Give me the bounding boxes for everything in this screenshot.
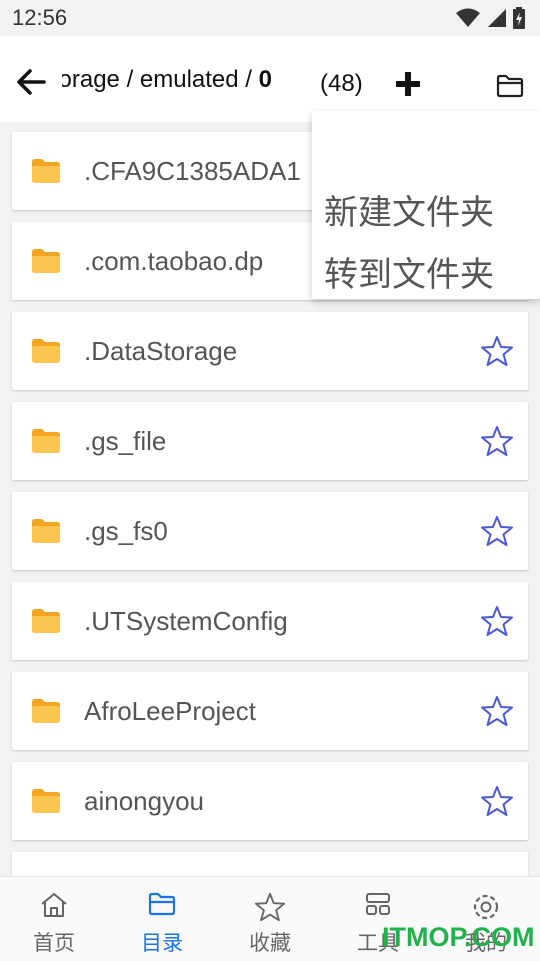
nav-item-directory[interactable]: 目录 (108, 877, 216, 961)
folder-row[interactable]: .gs_file (12, 402, 528, 480)
nav-label: 收藏 (249, 932, 291, 955)
home-icon (41, 893, 67, 917)
wifi-icon (456, 8, 480, 27)
battery-icon (513, 7, 525, 29)
folder-icon (32, 429, 60, 453)
folder-icon (148, 892, 176, 916)
open-folder-button[interactable] (490, 66, 530, 106)
nav-label: 目录 (141, 932, 183, 955)
breadcrumb-prefix: storage / emulated / (62, 66, 252, 93)
folder-icon (32, 159, 60, 183)
app-bar: storage / emulated / 0 (48) (0, 36, 540, 122)
menu-item-new-folder[interactable]: 新建文件夹 (324, 185, 494, 234)
star-outline-icon[interactable] (480, 604, 514, 638)
star-icon (254, 892, 286, 922)
breadcrumb[interactable]: storage / emulated / 0 (62, 66, 272, 102)
tools-icon (366, 893, 390, 915)
star-outline-icon[interactable] (480, 514, 514, 548)
folder-name: .gs_fs0 (84, 516, 168, 546)
nav-label: 首页 (33, 932, 75, 955)
folder-row[interactable]: ainongyou (12, 762, 528, 840)
folder-name: .DataStorage (84, 336, 238, 366)
folder-name: .UTSystemConfig (84, 606, 288, 636)
star-outline-icon[interactable] (480, 424, 514, 458)
nav-item-home[interactable]: 首页 (0, 877, 108, 961)
folder-icon (32, 789, 60, 813)
folder-icon (32, 519, 60, 543)
folder-row[interactable]: .gs_fs0 (12, 492, 528, 570)
status-time: 12:56 (12, 5, 68, 30)
folder-row[interactable]: .DataStorage (12, 312, 528, 390)
folder-icon (32, 339, 60, 363)
plus-icon (396, 72, 420, 96)
back-button[interactable] (10, 62, 50, 102)
star-outline-icon[interactable] (480, 334, 514, 368)
folder-row[interactable]: AfroLeeProject (12, 672, 528, 750)
folder-name: ainongyou (84, 786, 204, 816)
breadcrumb-current: 0 (258, 66, 272, 93)
folder-icon (32, 249, 60, 273)
star-outline-icon[interactable] (480, 784, 514, 818)
signal-icon (488, 9, 506, 27)
watermark: ITMOP.COM (382, 922, 535, 952)
star-outline-icon[interactable] (480, 694, 514, 728)
add-button[interactable] (388, 64, 428, 104)
folder-name: .com.taobao.dp (84, 246, 264, 276)
item-count: (48) (320, 70, 363, 97)
folder-outline-icon (496, 74, 524, 98)
arrow-back-icon (17, 69, 46, 95)
status-icons (456, 7, 526, 29)
folder-row[interactable]: .UTSystemConfig (12, 582, 528, 660)
folder-name: .gs_file (84, 426, 167, 456)
gear-icon (473, 894, 499, 920)
folder-name: AfroLeeProject (84, 696, 256, 726)
menu-item-goto-folder[interactable]: 转到文件夹 (324, 247, 494, 296)
folder-icon (32, 609, 60, 633)
status-bar: 12:56 (0, 0, 540, 36)
folder-icon (32, 699, 60, 723)
folder-name: .CFA9C1385ADA1 (84, 156, 301, 186)
popup-menu: 新建文件夹 转到文件夹 (312, 111, 540, 299)
nav-item-favorites[interactable]: 收藏 (216, 877, 324, 961)
